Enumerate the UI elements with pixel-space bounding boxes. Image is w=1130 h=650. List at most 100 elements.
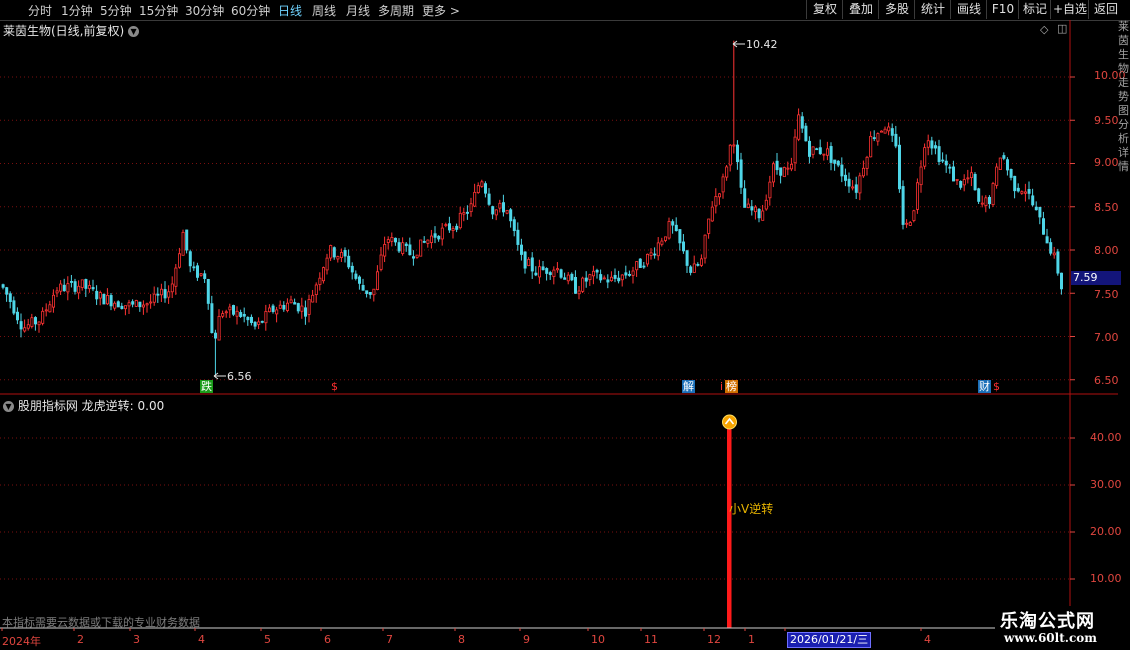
candle-down (775, 160, 779, 171)
candle-down (559, 269, 563, 278)
candle-down (1009, 169, 1013, 178)
date-label: 2 (77, 633, 84, 646)
candle-down (487, 193, 491, 205)
candle-down (70, 281, 74, 283)
candle-down (894, 133, 898, 147)
candle-up (98, 292, 102, 299)
candle-down (5, 287, 9, 295)
candle-down (354, 273, 358, 279)
candle-down (696, 263, 700, 266)
signal-bar (727, 424, 732, 628)
candle-down (296, 303, 300, 312)
candle-up (401, 242, 405, 254)
price-label-750: 7.50 (1094, 288, 1119, 301)
candle-up (390, 237, 394, 242)
candle-up (383, 244, 387, 257)
event-marker-drop[interactable]: 跌 (200, 380, 213, 393)
candle-down (120, 305, 124, 309)
candle-up (811, 146, 815, 155)
candle-down (249, 316, 253, 323)
candle-up (919, 166, 923, 186)
candle-down (185, 229, 189, 251)
axes (0, 20, 1118, 646)
candle-up (527, 258, 531, 267)
candle-up (48, 304, 52, 313)
candle-down (397, 242, 401, 252)
indicator-title[interactable]: ▼ 股朋指标网 龙虎逆转: 0.00 (3, 397, 164, 414)
price-label-650: 6.50 (1094, 374, 1119, 387)
candle-up (458, 212, 462, 229)
candle-up (149, 301, 153, 304)
event-marker-unlock[interactable]: 解 (682, 380, 695, 393)
kline-chart[interactable] (0, 0, 1130, 650)
candle-up (692, 263, 696, 273)
date-label: 11 (644, 633, 658, 646)
candle-down (937, 146, 941, 162)
chevron-down-icon[interactable]: ▼ (3, 401, 14, 412)
candle-down (408, 244, 412, 256)
candle-down (818, 147, 822, 155)
candle-up (199, 273, 203, 276)
event-marker-rank[interactable]: 榜 (725, 380, 738, 393)
watermark-title: 乐淘公式网 (1000, 611, 1095, 632)
candle-up (908, 222, 912, 226)
candle-up (912, 210, 916, 221)
candle-down (357, 276, 361, 284)
candle-up (721, 176, 725, 193)
event-marker-dividend[interactable]: $ (330, 380, 339, 393)
event-marker-dividend-2[interactable]: $ (992, 380, 1001, 393)
candle-up (480, 181, 484, 187)
event-marker-info[interactable]: i (719, 380, 725, 393)
candle-up (159, 288, 163, 296)
ind-label-10: 10.00 (1090, 572, 1122, 585)
candle-down (520, 244, 524, 255)
selected-date[interactable]: 2026/01/21/三 (787, 632, 872, 648)
candle-down (901, 186, 905, 225)
candle-down (545, 268, 549, 274)
candle-down (447, 223, 451, 231)
indicator-signal (722, 414, 737, 628)
candle-down (739, 159, 743, 188)
candle-down (1060, 272, 1064, 290)
candle-up (998, 157, 1002, 170)
right-info-strip[interactable]: 莱茵生物走势图分析详情 (1118, 20, 1130, 600)
candle-down (188, 251, 192, 267)
candle-up (372, 288, 376, 296)
price-label-850: 8.50 (1094, 201, 1119, 214)
date-label: 5 (264, 633, 271, 646)
candle-up (329, 245, 333, 259)
candle-down (563, 277, 567, 280)
candle-down (833, 159, 837, 164)
candle-up (876, 133, 880, 142)
candle-down (854, 184, 858, 193)
candle-down (483, 183, 487, 194)
candle-up (768, 181, 772, 199)
event-marker-finance[interactable]: 财 (978, 380, 991, 393)
candle-up (88, 285, 92, 290)
candle-down (689, 266, 693, 273)
candle-down (163, 289, 167, 299)
candle-up (707, 218, 711, 234)
candle-down (617, 277, 621, 282)
candle-down (1002, 155, 1006, 159)
candle-up (797, 114, 801, 140)
candle-up (440, 227, 444, 240)
candle-down (260, 320, 264, 323)
candle-up (984, 197, 988, 206)
candle-up (235, 310, 239, 317)
candle-down (779, 167, 783, 176)
candle-up (476, 185, 480, 193)
candle-down (91, 287, 95, 290)
candle-down (1016, 187, 1020, 192)
candle-up (772, 163, 776, 183)
candle-down (501, 202, 505, 213)
candle-up (995, 166, 999, 186)
candle-up (285, 302, 289, 311)
candle-up (314, 284, 318, 296)
candle-up (602, 277, 606, 280)
candle-up (44, 309, 48, 312)
candle-down (95, 290, 99, 300)
candle-up (264, 311, 268, 324)
candle-up (869, 136, 873, 158)
candle-up (635, 261, 639, 271)
